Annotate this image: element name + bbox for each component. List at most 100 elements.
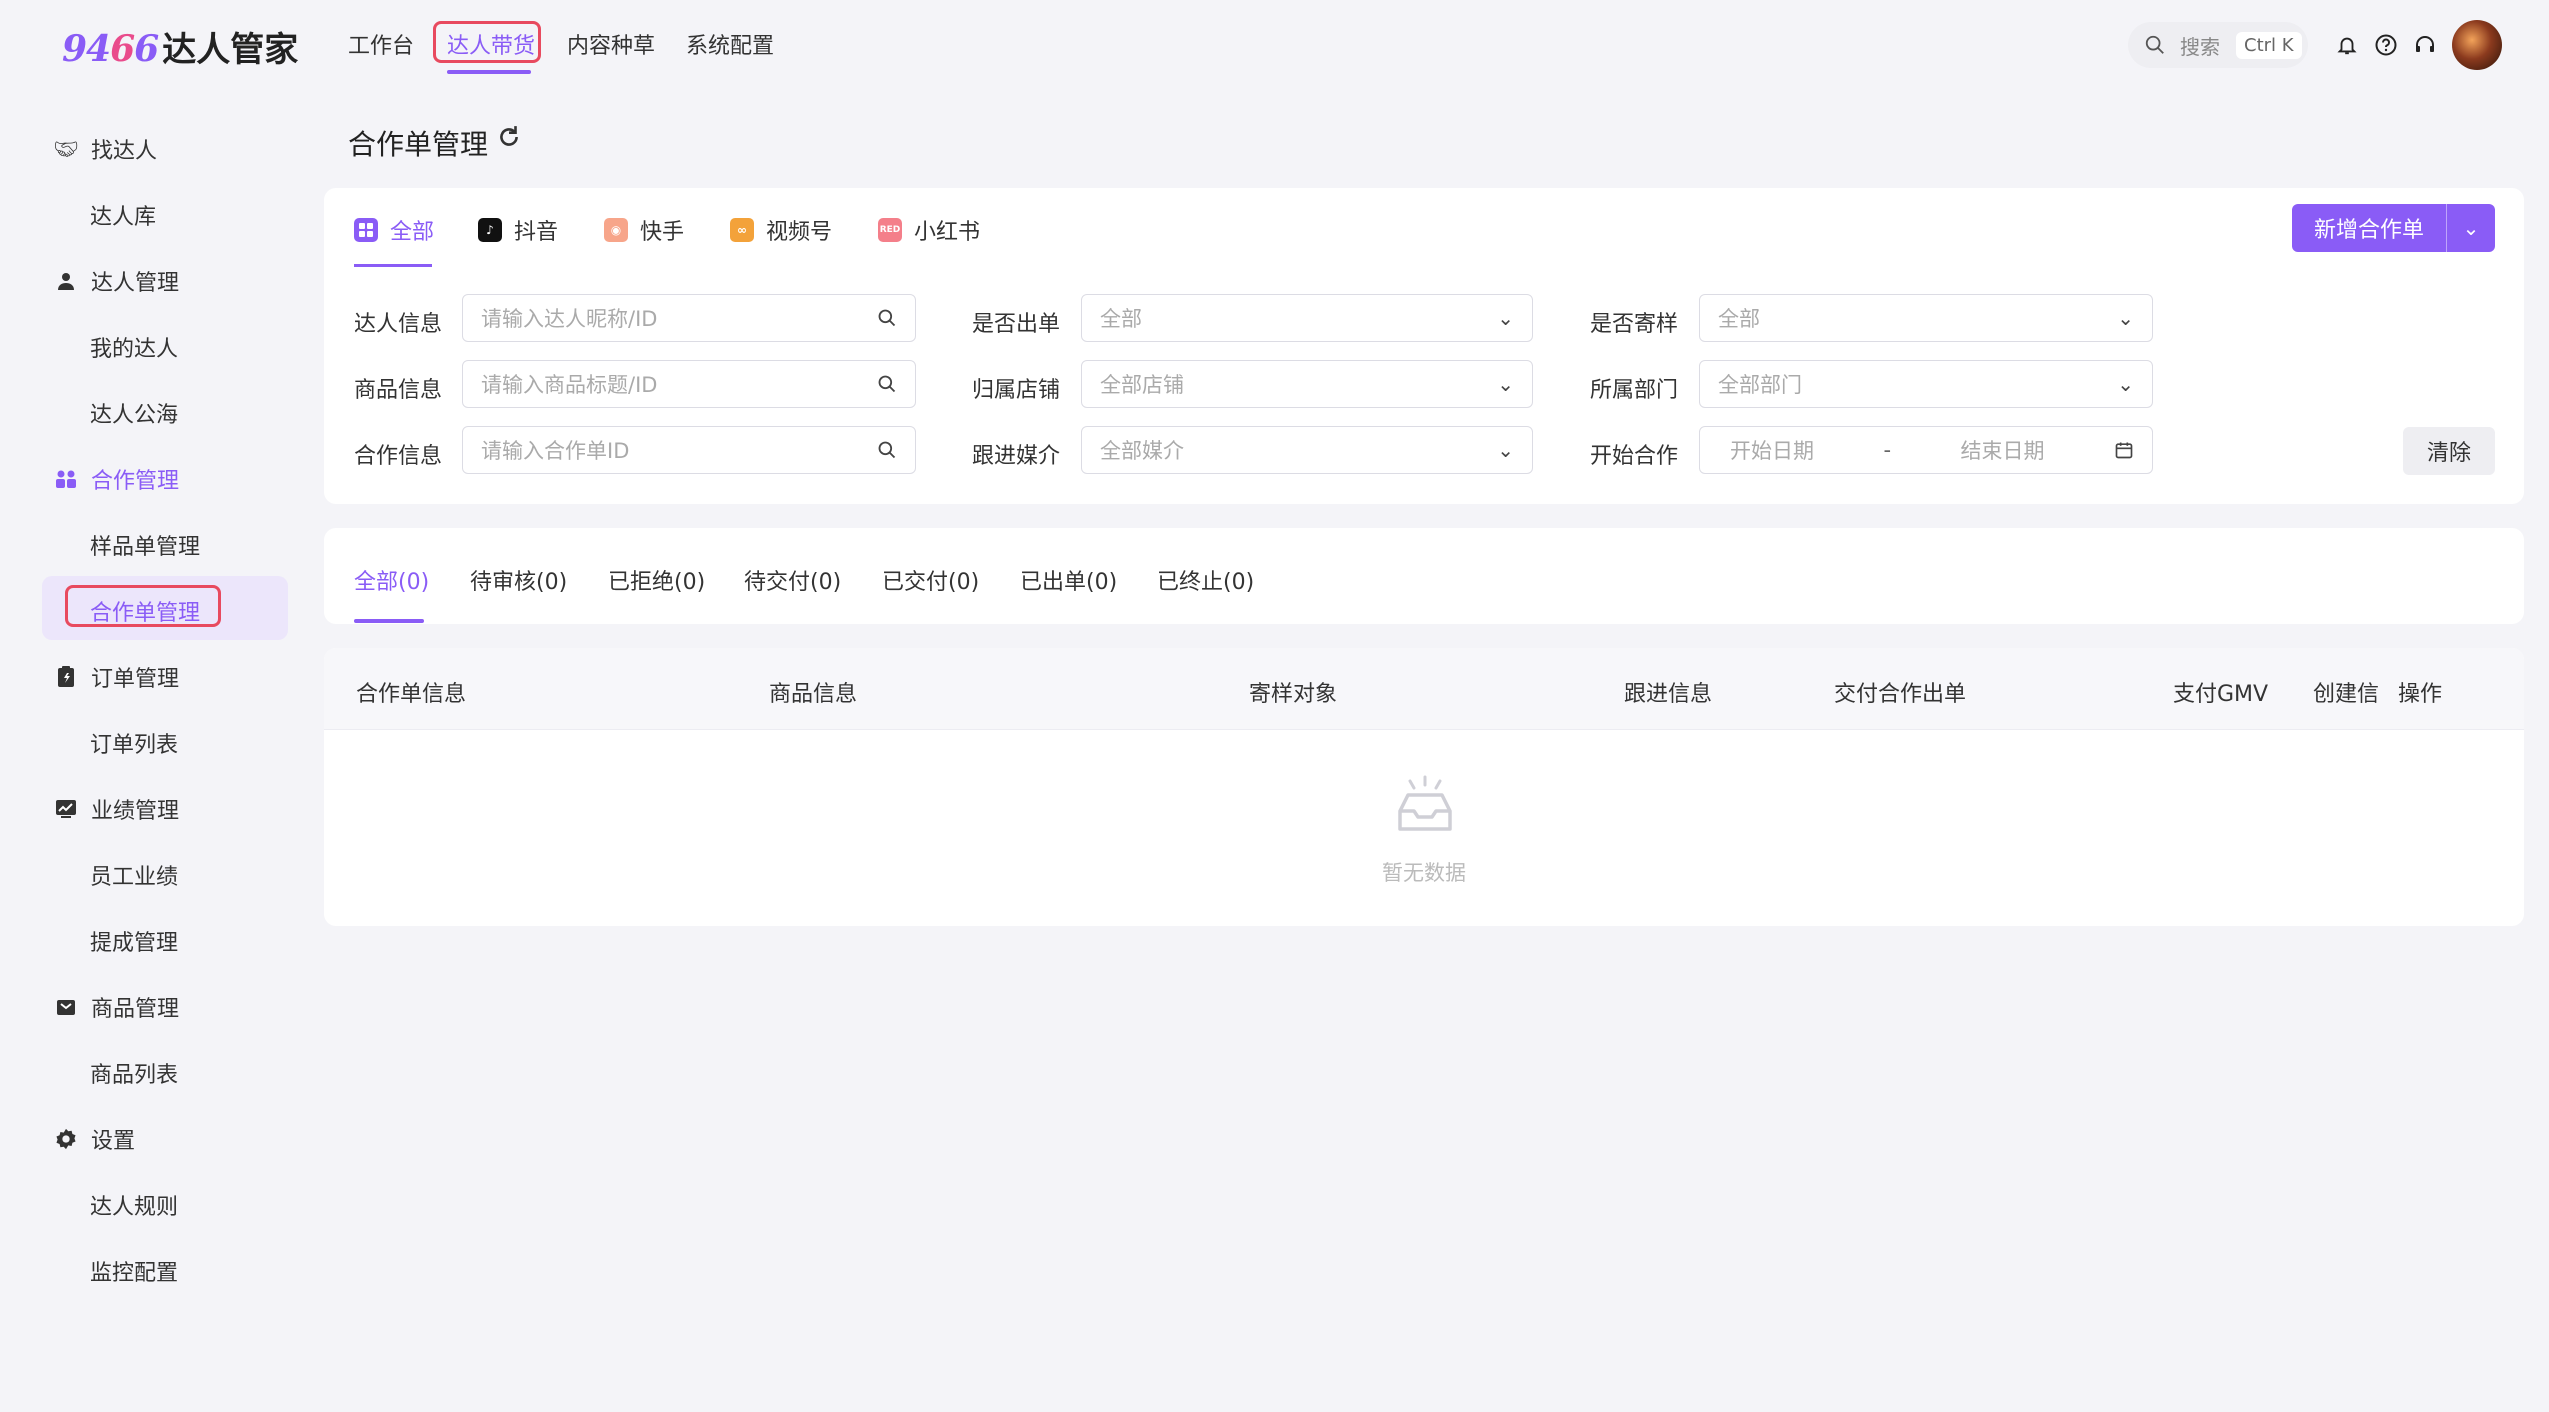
filter-label-product: 商品信息 bbox=[354, 378, 443, 403]
topnav-talent-sales[interactable]: 达人带货 bbox=[447, 28, 535, 60]
sidebar-item-my-talents[interactable]: 我的达人 bbox=[90, 331, 178, 363]
date-range-picker[interactable]: 开始日期 - 结束日期 bbox=[1699, 426, 2153, 474]
sidebar-group-talent-manage[interactable]: 达人管理 bbox=[55, 265, 179, 297]
filter-label-coop: 合作信息 bbox=[354, 444, 443, 469]
tab-status-rejected[interactable]: 已拒绝(0) bbox=[608, 564, 705, 596]
product-search-input[interactable]: 请输入商品标题/ID bbox=[462, 360, 916, 408]
sidebar-group-find-talent[interactable]: 🤝︎ 找达人 bbox=[53, 133, 157, 165]
sidebar-group-product-manage[interactable]: 商品管理 bbox=[55, 991, 179, 1023]
empty-state-text: 暂无数据 bbox=[1382, 861, 1466, 885]
tab-status-all[interactable]: 全部(0) bbox=[354, 564, 429, 596]
media-select[interactable]: 全部媒介 ⌄ bbox=[1081, 426, 1533, 474]
box-icon bbox=[55, 996, 77, 1018]
col-sample-target: 寄样对象 bbox=[1249, 682, 1338, 707]
tab-platform-all[interactable]: 全部 bbox=[354, 214, 434, 246]
chevron-down-icon: ⌄ bbox=[2117, 372, 2134, 396]
tab-status-ordered[interactable]: 已出单(0) bbox=[1020, 564, 1117, 596]
xiaohongshu-icon: RED bbox=[878, 218, 902, 242]
col-created: 创建信 bbox=[2313, 682, 2380, 707]
new-coop-button[interactable]: 新增合作单 ⌄ bbox=[2292, 204, 2495, 252]
sidebar-item-talent-pool[interactable]: 达人公海 bbox=[90, 397, 178, 429]
sidebar-group-coop-manage[interactable]: 合作管理 bbox=[55, 463, 179, 495]
global-search[interactable]: 搜索 Ctrl K bbox=[2128, 22, 2308, 68]
grid-icon bbox=[354, 218, 378, 242]
col-follow-info: 跟进信息 bbox=[1624, 682, 1713, 707]
headset-icon[interactable] bbox=[2410, 30, 2440, 60]
clear-button[interactable]: 清除 bbox=[2403, 427, 2495, 475]
filter-label-media: 跟进媒介 bbox=[972, 444, 1061, 469]
calendar-icon bbox=[2115, 442, 2133, 459]
empty-inbox-icon bbox=[1398, 775, 1452, 831]
status-tab-underline bbox=[354, 619, 424, 623]
handshake-icon: 🤝︎ bbox=[53, 137, 79, 161]
dept-select[interactable]: 全部部门 ⌄ bbox=[1699, 360, 2153, 408]
sidebar-group-settings[interactable]: 设置 bbox=[55, 1123, 135, 1155]
store-select[interactable]: 全部店铺 ⌄ bbox=[1081, 360, 1533, 408]
sidebar-item-talent-rules[interactable]: 达人规则 bbox=[90, 1189, 178, 1221]
sidebar-item-commission[interactable]: 提成管理 bbox=[90, 925, 178, 957]
topnav-system-config[interactable]: 系统配置 bbox=[686, 28, 774, 60]
col-gmv: 支付GMV bbox=[2173, 682, 2269, 707]
douyin-icon: ♪ bbox=[478, 218, 502, 242]
col-coop-info: 合作单信息 bbox=[356, 682, 467, 707]
end-date-input[interactable]: 结束日期 bbox=[1961, 435, 2045, 465]
coop-search-input[interactable]: 请输入合作单ID bbox=[462, 426, 916, 474]
order-icon bbox=[55, 666, 77, 688]
chevron-down-icon: ⌄ bbox=[1497, 438, 1514, 462]
col-delivery: 交付合作出单 bbox=[1834, 682, 1967, 707]
col-actions: 操作 bbox=[2398, 682, 2443, 707]
sidebar-item-staff-performance[interactable]: 员工业绩 bbox=[90, 859, 178, 891]
chevron-down-icon: ⌄ bbox=[2117, 306, 2134, 330]
filter-label-dept: 所属部门 bbox=[1590, 378, 1679, 403]
page-title: 合作单管理 bbox=[348, 128, 489, 161]
chart-icon bbox=[55, 798, 77, 820]
avatar[interactable] bbox=[2452, 20, 2502, 70]
tab-status-pending-delivery[interactable]: 待交付(0) bbox=[744, 564, 841, 596]
filter-label-talent: 达人信息 bbox=[354, 312, 443, 337]
tab-status-terminated[interactable]: 已终止(0) bbox=[1157, 564, 1254, 596]
has-order-select[interactable]: 全部 ⌄ bbox=[1081, 294, 1533, 342]
col-product-info: 商品信息 bbox=[769, 682, 858, 707]
chevron-down-icon: ⌄ bbox=[1497, 372, 1514, 396]
bell-icon[interactable] bbox=[2332, 30, 2362, 60]
talent-search-input[interactable]: 请输入达人昵称/ID bbox=[462, 294, 916, 342]
filter-label-start-coop: 开始合作 bbox=[1590, 444, 1679, 469]
filter-label-has-order: 是否出单 bbox=[972, 312, 1061, 337]
search-icon bbox=[878, 309, 896, 327]
sample-select[interactable]: 全部 ⌄ bbox=[1699, 294, 2153, 342]
tab-status-pending-review[interactable]: 待审核(0) bbox=[470, 564, 567, 596]
tab-platform-kuaishou[interactable]: ◉ 快手 bbox=[604, 214, 684, 246]
start-date-input[interactable]: 开始日期 bbox=[1730, 435, 1814, 465]
tab-status-delivered[interactable]: 已交付(0) bbox=[882, 564, 979, 596]
sidebar-item-monitor-config[interactable]: 监控配置 bbox=[90, 1255, 178, 1287]
sidebar-item-sample-orders[interactable]: 样品单管理 bbox=[90, 529, 200, 561]
app-logo[interactable]: 9466 达人管家 bbox=[62, 22, 298, 71]
refresh-icon[interactable] bbox=[496, 124, 522, 157]
help-icon[interactable] bbox=[2371, 30, 2401, 60]
filter-label-store: 归属店铺 bbox=[972, 378, 1061, 403]
tab-platform-xiaohongshu[interactable]: RED 小红书 bbox=[878, 214, 980, 246]
topnav-active-underline bbox=[447, 70, 531, 74]
search-shortcut: Ctrl K bbox=[2236, 31, 2302, 59]
filter-label-sample: 是否寄样 bbox=[1590, 312, 1679, 337]
channels-icon: ∞ bbox=[730, 218, 754, 242]
app-logo-text: 达人管家 bbox=[162, 30, 299, 70]
sidebar-item-talent-library[interactable]: 达人库 bbox=[90, 199, 156, 231]
kuaishou-icon: ◉ bbox=[604, 218, 628, 242]
sidebar-item-product-list[interactable]: 商品列表 bbox=[90, 1057, 178, 1089]
chevron-down-icon[interactable]: ⌄ bbox=[2447, 216, 2495, 240]
search-icon bbox=[2145, 35, 2164, 54]
search-icon bbox=[878, 441, 896, 459]
search-icon bbox=[878, 375, 896, 393]
topnav-workbench[interactable]: 工作台 bbox=[348, 28, 414, 60]
people-icon bbox=[55, 468, 77, 490]
chevron-down-icon: ⌄ bbox=[1497, 306, 1514, 330]
platform-tab-underline bbox=[354, 264, 432, 267]
sidebar-group-performance[interactable]: 业绩管理 bbox=[55, 793, 179, 825]
sidebar-item-order-list[interactable]: 订单列表 bbox=[90, 727, 178, 759]
sidebar-group-order-manage[interactable]: 订单管理 bbox=[55, 661, 179, 693]
tab-platform-douyin[interactable]: ♪ 抖音 bbox=[478, 214, 558, 246]
sidebar-item-coop-orders[interactable]: 合作单管理 bbox=[90, 595, 200, 627]
topnav-content-seeding[interactable]: 内容种草 bbox=[567, 28, 655, 60]
tab-platform-channels[interactable]: ∞ 视频号 bbox=[730, 214, 832, 246]
